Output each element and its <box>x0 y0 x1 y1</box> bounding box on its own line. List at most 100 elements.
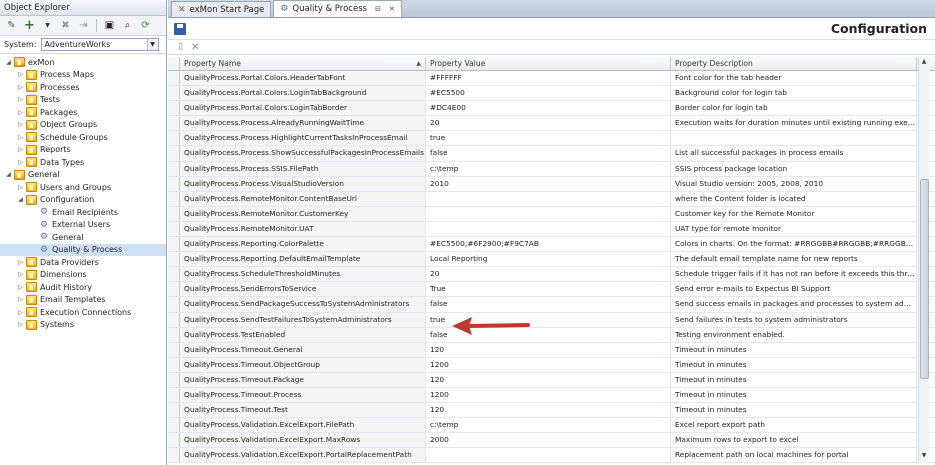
row-header[interactable] <box>168 206 180 221</box>
search-icon[interactable]: ⌕ <box>120 19 135 33</box>
scroll-up-icon[interactable]: ▲ <box>919 57 929 67</box>
delete-row-icon[interactable]: ✕ <box>191 42 199 53</box>
expand-icon[interactable]: ▷ <box>16 121 25 128</box>
row-header[interactable] <box>168 86 180 101</box>
close-icon[interactable]: ✕ <box>389 5 395 13</box>
row-header[interactable] <box>168 116 180 131</box>
system-select[interactable]: AdventureWorks ▼ <box>40 38 159 51</box>
table-row[interactable]: QualityProcess.SendErrorsToService True Se… <box>168 282 935 298</box>
table-row[interactable]: QualityProcess.RemoteMonitor.ContentBase… <box>168 191 935 207</box>
expand-icon[interactable]: ▷ <box>16 321 25 328</box>
row-header[interactable] <box>168 221 180 237</box>
collapse-icon[interactable]: ◢ <box>16 196 25 203</box>
row-header[interactable] <box>168 433 180 448</box>
tree-item-packages[interactable]: ▷ Packages <box>0 106 166 119</box>
expand-icon[interactable]: ▷ <box>16 284 25 291</box>
expand-icon[interactable]: ▷ <box>16 159 25 166</box>
property-value-cell[interactable] <box>426 221 671 237</box>
property-value-cell[interactable]: 1200 <box>426 357 671 372</box>
chevron-down-icon[interactable]: ▼ <box>146 39 158 50</box>
property-value-cell[interactable]: 20 <box>426 116 671 131</box>
column-header-property-name[interactable]: Property Name ▲ <box>180 57 426 70</box>
table-row[interactable]: QualityProcess.Validation.ExcelExport.Ma… <box>168 433 935 449</box>
table-row[interactable]: QualityProcess.Reporting.ColorPalette #EC… <box>168 237 935 253</box>
expand-icon[interactable]: ▷ <box>16 96 25 103</box>
table-row[interactable]: QualityProcess.SendPackageSuccessToSyste… <box>168 297 935 313</box>
scrollbar-thumb[interactable] <box>920 179 929 379</box>
tree-item-schedule-groups[interactable]: ▷ Schedule Groups <box>0 131 166 144</box>
row-header[interactable] <box>168 131 180 146</box>
expand-icon[interactable]: ▷ <box>16 146 25 153</box>
property-value-cell[interactable]: #FFFFFF <box>426 71 671 86</box>
collapse-icon[interactable]: ◢ <box>4 171 13 178</box>
tree-item-tests[interactable]: ▷ Tests <box>0 94 166 107</box>
property-value-cell[interactable]: false <box>426 297 671 312</box>
table-row[interactable]: QualityProcess.Timeout.General 120 Timeout… <box>168 342 935 358</box>
property-value-cell[interactable] <box>426 206 671 221</box>
property-value-cell[interactable]: #EC5500 <box>426 86 671 101</box>
collapse-icon[interactable]: ◢ <box>4 59 13 66</box>
table-row[interactable]: QualityProcess.Portal.Colors.LoginTabBac… <box>168 86 935 102</box>
tree-item-process-maps[interactable]: ▷ Process Maps <box>0 69 166 82</box>
tab-start-page[interactable]: ✕ exMon Start Page <box>171 1 272 17</box>
table-row[interactable]: QualityProcess.Timeout.ObjectGroup 1200 Ti… <box>168 357 935 373</box>
row-header[interactable] <box>168 101 180 116</box>
table-row[interactable]: QualityProcess.Validation.ExcelExport.Po… <box>168 448 935 464</box>
table-row[interactable]: QualityProcess.Timeout.Test 120 Timeout in… <box>168 403 935 419</box>
table-row[interactable]: QualityProcess.ScheduleThresholdMinutes 2… <box>168 267 935 283</box>
row-header[interactable] <box>168 357 180 372</box>
tree-item-data-types[interactable]: ▷ Data Types <box>0 156 166 169</box>
property-value-cell[interactable]: 1200 <box>426 387 671 403</box>
expand-icon[interactable]: ▷ <box>16 71 25 78</box>
property-value-cell[interactable]: 2010 <box>426 176 671 191</box>
tree-item-audit-history[interactable]: ▷ Audit History <box>0 281 166 294</box>
table-row[interactable]: QualityProcess.Portal.Colors.LoginTabBor… <box>168 101 935 117</box>
tree-item-config-general[interactable]: ▷⚙General <box>0 231 166 244</box>
tab-quality-process[interactable]: ⚙ Quality & Process ⊟ ✕ <box>273 0 402 17</box>
table-row[interactable]: QualityProcess.Process.HighlightCurrentT… <box>168 131 935 147</box>
row-header[interactable] <box>168 176 180 191</box>
table-row[interactable]: QualityProcess.TestEnabled false Testing e… <box>168 327 935 343</box>
table-row[interactable]: QualityProcess.Portal.Colors.HeaderTabFo… <box>168 71 935 87</box>
new-row-icon[interactable]: ▯ <box>178 42 183 52</box>
row-header[interactable] <box>168 297 180 312</box>
property-value-cell[interactable]: 2000 <box>426 433 671 448</box>
scroll-down-icon[interactable]: ▼ <box>919 451 929 461</box>
pin-icon[interactable]: ⊟ <box>375 5 381 13</box>
property-value-cell[interactable]: c:\temp <box>426 418 671 433</box>
row-header[interactable] <box>168 282 180 297</box>
column-header-property-description[interactable]: Property Description <box>671 57 917 70</box>
row-header[interactable] <box>168 312 180 327</box>
tree-item-email-templates[interactable]: ▷ Email Templates <box>0 294 166 307</box>
table-row[interactable]: QualityProcess.Process.VisualStudioVersi… <box>168 176 935 192</box>
table-row[interactable]: QualityProcess.Timeout.Process 1200 Timeou… <box>168 387 935 404</box>
row-header[interactable] <box>168 342 180 357</box>
edit-icon[interactable]: ✎ <box>4 19 19 33</box>
table-row[interactable]: QualityProcess.RemoteMonitor.CustomerKey… <box>168 206 935 222</box>
row-header[interactable] <box>168 237 180 252</box>
export-icon[interactable]: ⇥ <box>76 19 91 33</box>
add-icon[interactable]: + <box>22 18 37 33</box>
grid-vertical-scrollbar[interactable]: ▲ ▼ <box>918 57 929 461</box>
expand-icon[interactable]: ▷ <box>16 109 25 116</box>
tree-item-configuration[interactable]: ◢ Configuration <box>0 194 166 207</box>
property-value-cell[interactable]: c:\temp <box>426 161 671 176</box>
tree-item-email-recipients[interactable]: ▷⚙Email Recipients <box>0 206 166 219</box>
property-value-cell[interactable] <box>426 191 671 206</box>
property-value-cell[interactable]: #DC4E00 <box>426 101 671 116</box>
tree-item-external-users[interactable]: ▷⚙External Users <box>0 219 166 232</box>
row-header[interactable] <box>168 267 180 282</box>
tree-item-systems[interactable]: ▷ Systems <box>0 319 166 332</box>
expand-icon[interactable]: ▷ <box>16 184 25 191</box>
tree-item-exmon[interactable]: ◢ exMon <box>0 56 166 69</box>
table-row[interactable]: QualityProcess.Process.SSIS.FilePath c:\t… <box>168 161 935 177</box>
expand-icon[interactable]: ▷ <box>16 134 25 141</box>
property-value-cell[interactable]: True <box>426 282 671 297</box>
tree-item-data-providers[interactable]: ▷ Data Providers <box>0 256 166 269</box>
expand-icon[interactable]: ▷ <box>16 259 25 266</box>
property-value-cell[interactable]: #EC5500;#6F2900;#F9C7AB <box>426 237 671 252</box>
tree-item-reports[interactable]: ▷ Reports <box>0 144 166 157</box>
table-row[interactable]: QualityProcess.RemoteMonitor.UAT UAT type… <box>168 221 935 238</box>
expand-icon[interactable]: ▷ <box>16 296 25 303</box>
row-header[interactable] <box>168 191 180 206</box>
